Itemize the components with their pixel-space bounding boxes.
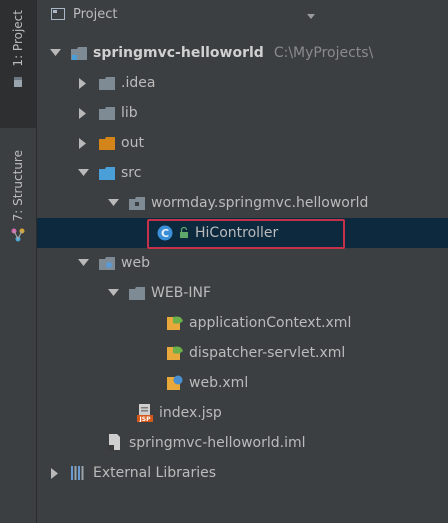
spring-xml-icon	[167, 315, 183, 331]
tree-item-label: WEB-INF	[151, 285, 211, 301]
tree-item-path: C:\MyProjects\	[273, 45, 374, 61]
structure-tab-icon	[11, 227, 25, 246]
tree-item-idea[interactable]: .idea	[37, 68, 448, 98]
collapsed-arrow-icon[interactable]	[77, 107, 89, 119]
tree-item-label: .idea	[121, 75, 156, 91]
tree-item-webinf[interactable]: WEB-INF	[37, 278, 448, 308]
tree-item-web[interactable]: web	[37, 248, 448, 278]
svg-text:JSP: JSP	[139, 416, 152, 422]
structure-tab-label: 7: Structure	[11, 150, 25, 222]
jsp-file-icon: JSP	[137, 404, 153, 422]
package-icon	[129, 196, 145, 210]
tree-item-out[interactable]: out	[37, 128, 448, 158]
project-panel: Project springmvc-helloworld C:\MyProjec…	[37, 0, 448, 523]
expanded-arrow-icon[interactable]	[77, 257, 89, 269]
folder-icon	[99, 106, 115, 120]
tree-item-label-text: idea	[125, 75, 156, 91]
tree-item-label: src	[121, 165, 142, 181]
folder-icon	[99, 76, 115, 90]
tree-item-label: lib	[121, 105, 138, 121]
tree-item-index[interactable]: JSP index.jsp	[37, 398, 448, 428]
folder-icon	[129, 286, 145, 300]
tree-item-applicationcontext[interactable]: applicationContext.xml	[37, 308, 448, 338]
structure-tool-tab[interactable]: 7: Structure	[0, 150, 36, 280]
tree-item-root[interactable]: springmvc-helloworld C:\MyProjects\	[37, 38, 448, 68]
module-file-icon	[107, 434, 123, 452]
module-folder-icon	[71, 46, 87, 60]
project-tab-label: 1: Project	[11, 10, 25, 67]
tree-item-label: applicationContext.xml	[189, 315, 352, 331]
collapsed-arrow-icon[interactable]	[77, 77, 89, 89]
collapsed-arrow-icon[interactable]	[77, 137, 89, 149]
expanded-arrow-icon[interactable]	[49, 47, 61, 59]
tree-item-label: web.xml	[189, 375, 249, 391]
expanded-arrow-icon[interactable]	[77, 167, 89, 179]
tree-item-dispatcher[interactable]: dispatcher-servlet.xml	[37, 338, 448, 368]
tree-item-package[interactable]: wormday.springmvc.helloworld	[37, 188, 448, 218]
tool-window-strip: 1: Project 7: Structure	[0, 0, 37, 523]
project-view-title: Project	[73, 6, 118, 22]
excluded-folder-icon	[99, 136, 115, 150]
project-tab-icon	[13, 73, 23, 92]
expanded-arrow-icon[interactable]	[107, 287, 119, 299]
expanded-arrow-icon[interactable]	[107, 197, 119, 209]
tree-item-label: out	[121, 135, 144, 151]
project-view-icon	[51, 8, 65, 20]
tree-item-webxml[interactable]: web.xml	[37, 368, 448, 398]
tree-item-label: index.jsp	[159, 405, 222, 421]
tree-item-lib[interactable]: lib	[37, 98, 448, 128]
spring-xml-icon	[167, 345, 183, 361]
project-tool-tab[interactable]: 1: Project	[0, 0, 36, 128]
project-view-header[interactable]: Project	[37, 0, 448, 28]
tree-item-label: wormday.springmvc.helloworld	[151, 195, 369, 211]
web-folder-icon	[99, 256, 115, 270]
tree-item-label: dispatcher-servlet.xml	[189, 345, 346, 361]
source-folder-icon	[99, 166, 115, 180]
highlight-box	[147, 219, 345, 249]
tree-item-label: springmvc-helloworld.iml	[129, 435, 306, 451]
tree-item-iml[interactable]: springmvc-helloworld.iml	[37, 428, 448, 458]
tree-item-src[interactable]: src	[37, 158, 448, 188]
library-icon	[71, 466, 87, 480]
collapsed-arrow-icon[interactable]	[49, 467, 61, 479]
web-xml-icon	[167, 375, 183, 391]
tree-item-external-libraries[interactable]: External Libraries	[37, 458, 448, 488]
tree-item-label: springmvc-helloworld	[93, 45, 264, 61]
tree-item-label: web	[121, 255, 150, 271]
chevron-down-icon[interactable]	[307, 9, 315, 24]
tree-item-label: External Libraries	[93, 465, 216, 481]
